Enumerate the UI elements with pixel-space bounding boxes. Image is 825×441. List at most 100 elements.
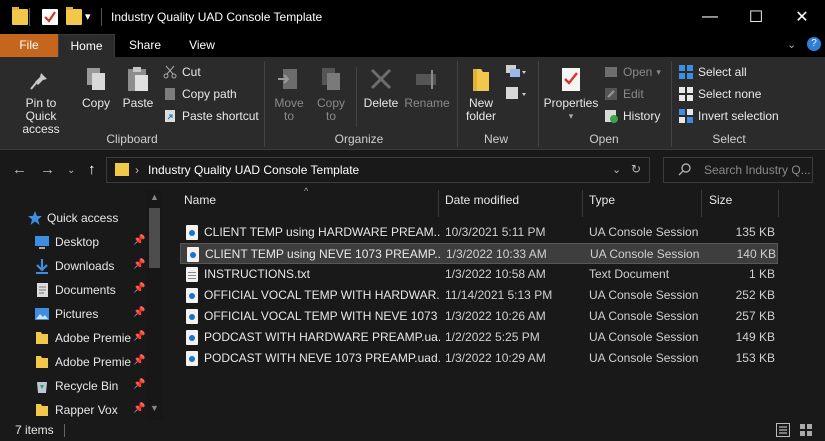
select-all-button[interactable]: Select all [679, 63, 747, 81]
tab-share[interactable]: Share [124, 34, 166, 57]
move-to-button[interactable]: Move to [271, 65, 307, 123]
pin-icon [27, 65, 55, 93]
new-folder-button[interactable]: New folder [462, 65, 500, 123]
table-row[interactable]: PODCAST WITH HARDWARE PREAMP.ua... 1/2/20… [180, 327, 778, 348]
scrollbar-thumb[interactable] [149, 208, 160, 268]
file-size: 153 KB [735, 351, 775, 365]
nav-item-adobe-premie[interactable]: Adobe Premie 📌 [0, 350, 146, 374]
file-type: UA Console Session [590, 247, 700, 261]
properties-qa-icon[interactable] [42, 9, 58, 25]
folder-icon[interactable] [12, 7, 28, 25]
scroll-up-icon[interactable]: ▲ [150, 192, 159, 202]
up-arrow-icon[interactable]: ↑ [88, 161, 96, 178]
tab-home[interactable]: Home [58, 34, 115, 57]
organize-group-label: Organize [334, 132, 384, 146]
help-icon[interactable]: ? [807, 37, 821, 51]
divider[interactable] [778, 190, 779, 217]
copy-to-button[interactable]: Copy to [313, 65, 349, 123]
search-box[interactable]: Search Industry Q... [663, 157, 813, 183]
open-button[interactable]: Open ▾ [604, 63, 661, 81]
table-row[interactable]: INSTRUCTIONS.txt 1/3/2022 10:58 AM Text Do… [180, 264, 778, 285]
new-folder-qa-icon[interactable] [66, 7, 82, 25]
maximize-button[interactable]: ☐ [733, 0, 779, 34]
divider[interactable] [701, 190, 702, 217]
pin-to-quick-access-button[interactable]: Pin to Quick access [6, 65, 76, 136]
new-item-icon[interactable] [505, 64, 526, 80]
ua-session-file-icon [186, 351, 198, 366]
customize-qa-chevron-icon[interactable]: ▾ [85, 9, 101, 25]
item-count: 7 items [15, 423, 54, 437]
nav-item-recycle-bin[interactable]: Recycle Bin 📌 [0, 374, 146, 398]
status-bar: 7 items [0, 420, 825, 441]
divider[interactable] [582, 190, 583, 217]
rename-icon [413, 65, 441, 93]
history-button[interactable]: History [604, 107, 660, 125]
nav-item-documents[interactable]: Documents 📌 [0, 278, 146, 302]
paste-shortcut-button[interactable]: Paste shortcut [163, 107, 259, 125]
file-name: CLIENT TEMP using NEVE 1073 PREAMP.... [205, 247, 441, 261]
search-input[interactable]: Search Industry Q... [704, 163, 810, 177]
details-view-icon[interactable] [776, 423, 790, 437]
nav-item-adobe-premie[interactable]: Adobe Premie 📌 [0, 326, 146, 350]
delete-button[interactable]: Delete [362, 65, 400, 110]
table-row[interactable]: CLIENT TEMP using NEVE 1073 PREAMP.... 1/… [180, 243, 778, 264]
table-row[interactable]: OFFICIAL VOCAL TEMP WITH NEVE 1073 ... 1/… [180, 306, 778, 327]
column-header-size[interactable]: Size [709, 193, 732, 217]
large-icons-view-icon[interactable] [799, 423, 813, 437]
file-name: PODCAST WITH NEVE 1073 PREAMP.uad... [204, 351, 440, 365]
move-to-icon [275, 65, 303, 93]
file-size: 1 KB [748, 267, 775, 281]
column-header-type[interactable]: Type [589, 193, 615, 217]
select-none-button[interactable]: Select none [679, 85, 761, 103]
easy-access-icon[interactable] [505, 86, 526, 102]
edit-button[interactable]: Edit [604, 85, 644, 103]
table-row[interactable]: OFFICIAL VOCAL TEMP WITH HARDWAR... 11/14… [180, 285, 778, 306]
column-header-name[interactable]: Name [184, 193, 216, 217]
copy-path-button[interactable]: Copy path [163, 85, 237, 103]
pin-icon: 📌 [133, 283, 146, 294]
forward-arrow-icon[interactable]: → [40, 161, 55, 178]
nav-item-pictures[interactable]: Pictures 📌 [0, 302, 146, 326]
nav-item-desktop[interactable]: Desktop 📌 [0, 230, 146, 254]
copy-button[interactable]: Copy [78, 65, 114, 110]
rename-button[interactable]: Rename [404, 65, 450, 110]
table-row[interactable]: CLIENT TEMP using HARDWARE PREAM... 10/3/… [180, 222, 778, 243]
refresh-icon[interactable]: ↻ [631, 162, 641, 176]
table-row[interactable]: PODCAST WITH NEVE 1073 PREAMP.uad... 1/3/… [180, 348, 778, 369]
minimize-button[interactable]: — [687, 0, 733, 34]
cut-button[interactable]: Cut [163, 63, 201, 81]
properties-button[interactable]: Properties ▾ [543, 65, 599, 123]
divider [64, 424, 65, 437]
address-bar[interactable]: › Industry Quality UAD Console Template … [106, 157, 650, 183]
download-icon [34, 258, 50, 274]
pin-icon: 📌 [133, 403, 146, 414]
close-button[interactable]: ✕ [779, 0, 825, 34]
address-dropdown-icon[interactable]: ⌄ [612, 163, 621, 176]
nav-item-rapper-vox[interactable]: Rapper Vox 📌 [0, 398, 146, 422]
tab-view[interactable]: View [180, 34, 224, 57]
collapse-ribbon-icon[interactable]: ⌄ [787, 38, 796, 51]
file-list: ^ Name Date modified Type Size CLIENT TE… [164, 186, 825, 420]
new-folder-label: New folder [465, 96, 497, 123]
new-folder-icon [467, 65, 495, 93]
back-arrow-icon[interactable]: ← [12, 161, 27, 178]
file-size: 252 KB [735, 288, 775, 302]
pin-icon: 📌 [133, 235, 146, 246]
nav-item-downloads[interactable]: Downloads 📌 [0, 254, 146, 278]
nav-item-label: Quick access [47, 211, 119, 225]
invert-selection-button[interactable]: Invert selection [679, 107, 779, 125]
column-header-date[interactable]: Date modified [445, 193, 519, 217]
invert-selection-icon [679, 109, 693, 123]
title-bar: ▾ Industry Quality UAD Console Template … [0, 0, 825, 34]
divider [457, 61, 458, 147]
nav-scrollbar[interactable]: ▲ ▼ [146, 190, 163, 420]
nav-item-quick-access[interactable]: Quick access [0, 206, 146, 230]
paste-button[interactable]: Paste [119, 65, 157, 110]
open-icon [604, 65, 618, 79]
copy-path-label: Copy path [182, 87, 237, 101]
recent-locations-chevron-icon[interactable]: ⌄ [67, 165, 75, 176]
tab-file[interactable]: File [0, 34, 58, 57]
file-size: 149 KB [735, 330, 775, 344]
divider[interactable] [438, 190, 439, 217]
scroll-down-icon[interactable]: ▼ [150, 403, 159, 413]
